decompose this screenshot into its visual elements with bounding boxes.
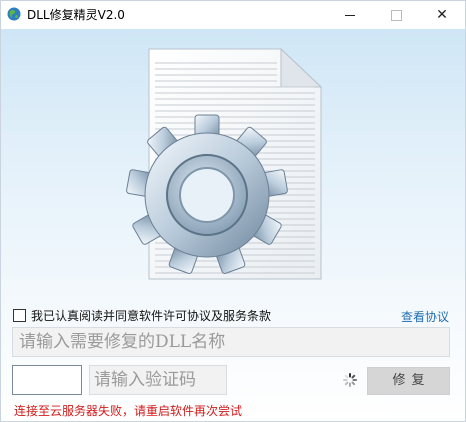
- agreement-row[interactable]: 我已认真阅读并同意软件许可协议及服务条款: [13, 307, 271, 323]
- captcha-code-display: [12, 365, 82, 395]
- status-message: 连接至云服务器失败，请重启软件再次尝试: [14, 404, 243, 418]
- loading-spinner-icon: [343, 373, 357, 387]
- globe-app-icon: [7, 7, 21, 21]
- maximize-icon: [390, 9, 402, 21]
- title-bar[interactable]: DLL修复精灵V2.0 ✕: [1, 1, 465, 29]
- close-icon: ✕: [436, 7, 448, 23]
- view-agreement-link[interactable]: 查看协议: [401, 308, 449, 325]
- close-button[interactable]: ✕: [419, 1, 465, 29]
- minimize-icon: [345, 14, 355, 16]
- main-content: 我已认真阅读并同意软件许可协议及服务条款 查看协议 请输入需要修复的DLL名称 …: [1, 29, 465, 421]
- minimize-button[interactable]: [327, 1, 373, 29]
- dll-name-input[interactable]: 请输入需要修复的DLL名称: [12, 327, 450, 357]
- captcha-input[interactable]: 请输入验证码: [89, 365, 227, 395]
- document-gear-illustration: [126, 47, 323, 280]
- agreement-checkbox[interactable]: [13, 308, 26, 322]
- repair-button[interactable]: 修复: [367, 367, 450, 395]
- agreement-label[interactable]: 我已认真阅读并同意软件许可协议及服务条款: [31, 307, 271, 324]
- maximize-button[interactable]: [373, 1, 419, 29]
- window-title: DLL修复精灵V2.0: [27, 8, 125, 22]
- app-window: DLL修复精灵V2.0 ✕ 我已认真阅读并同意软件许可协议及服务条款 查看协议 …: [0, 0, 466, 422]
